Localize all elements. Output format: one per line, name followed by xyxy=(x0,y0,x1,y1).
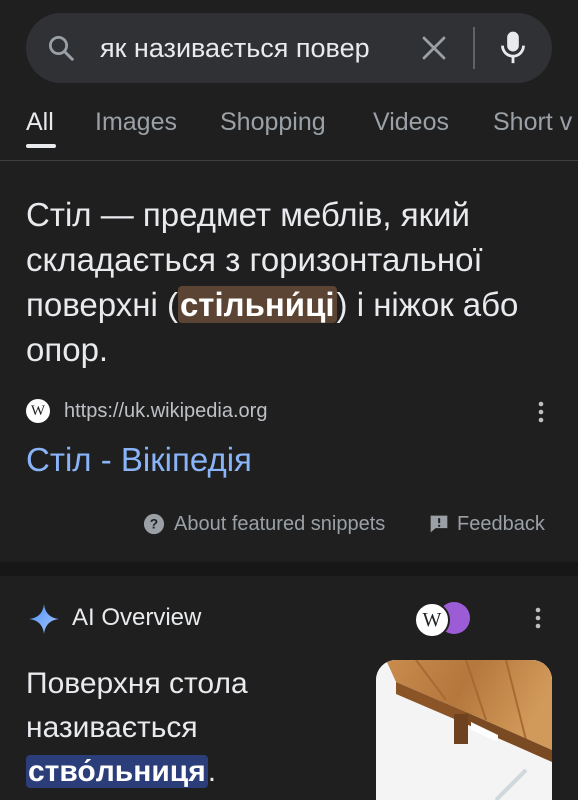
tab-images[interactable]: Images xyxy=(95,108,177,137)
search-bar[interactable]: як називається повер xyxy=(26,13,552,83)
mic-icon[interactable] xyxy=(499,30,527,66)
close-icon[interactable] xyxy=(419,33,449,63)
wikipedia-source-icon: W xyxy=(414,602,450,638)
ai-more-options-icon[interactable] xyxy=(535,606,541,630)
help-icon: ? xyxy=(143,513,165,535)
tab-all[interactable]: All xyxy=(26,108,54,137)
ai-text-after: . xyxy=(207,755,217,788)
source-url[interactable]: https://uk.wikipedia.org xyxy=(64,396,267,426)
tab-videos[interactable]: Videos xyxy=(373,108,449,137)
gemini-sparkle-icon xyxy=(29,604,59,634)
table-top-image[interactable] xyxy=(376,660,552,800)
search-tabs: All Images Shopping Videos Short v xyxy=(0,100,578,161)
search-icon[interactable] xyxy=(46,33,76,63)
feedback-label: Feedback xyxy=(457,513,545,535)
wikipedia-favicon-icon: W xyxy=(26,399,50,423)
active-tab-indicator xyxy=(26,144,56,148)
search-input[interactable]: як називається повер xyxy=(100,13,422,83)
feedback-icon xyxy=(430,515,448,533)
more-options-icon[interactable] xyxy=(538,400,544,424)
ai-text-before: Поверхня стола називається xyxy=(26,667,248,744)
result-title-link[interactable]: Стіл - Вікіпедія xyxy=(26,438,252,482)
ai-highlight: ство́льниця xyxy=(26,755,208,788)
featured-snippet-text: Стіл — предмет меблів, який складається … xyxy=(26,192,566,372)
search-bar-divider xyxy=(473,27,475,69)
wooden-table-illustration xyxy=(376,660,552,800)
result-source[interactable]: W https://uk.wikipedia.org xyxy=(26,396,556,426)
about-featured-snippets-label: About featured snippets xyxy=(174,513,386,535)
snippet-highlight: стільни́ці xyxy=(177,286,337,323)
ai-overview-sources[interactable]: W xyxy=(414,600,474,638)
ai-overview-title: AI Overview xyxy=(72,604,202,631)
section-divider xyxy=(0,562,578,576)
tab-shopping[interactable]: Shopping xyxy=(220,108,326,137)
ai-overview-text: Поверхня стола називається ство́льниця. xyxy=(26,662,356,794)
tab-short-videos[interactable]: Short v xyxy=(493,108,572,137)
svg-text:?: ? xyxy=(150,517,158,532)
